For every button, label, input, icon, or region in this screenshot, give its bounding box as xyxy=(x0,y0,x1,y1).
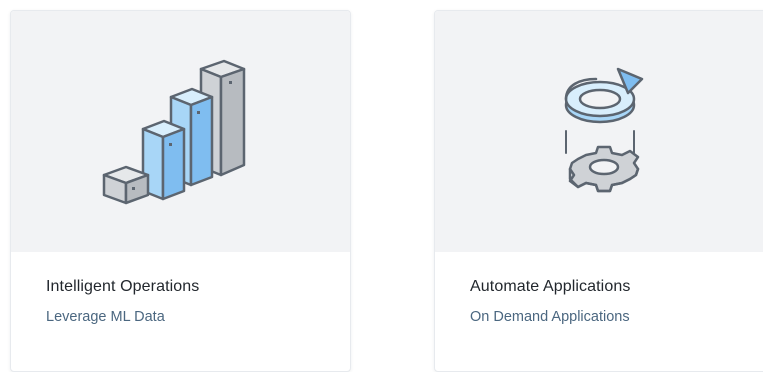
server-bars-icon xyxy=(102,59,245,204)
card-title: Automate Applications xyxy=(470,278,631,295)
card-illustration xyxy=(435,11,763,252)
card-title: Intelligent Operations xyxy=(46,278,200,295)
card-subtitle: On Demand Applications xyxy=(470,309,630,325)
card-subtitle: Leverage ML Data xyxy=(46,309,165,325)
card-intelligent-operations[interactable]: Intelligent Operations Leverage ML Data xyxy=(10,10,351,372)
refresh-gear-icon xyxy=(564,67,644,192)
card-illustration xyxy=(11,11,350,252)
card-automate-applications[interactable]: Automate Applications On Demand Applicat… xyxy=(434,10,763,372)
